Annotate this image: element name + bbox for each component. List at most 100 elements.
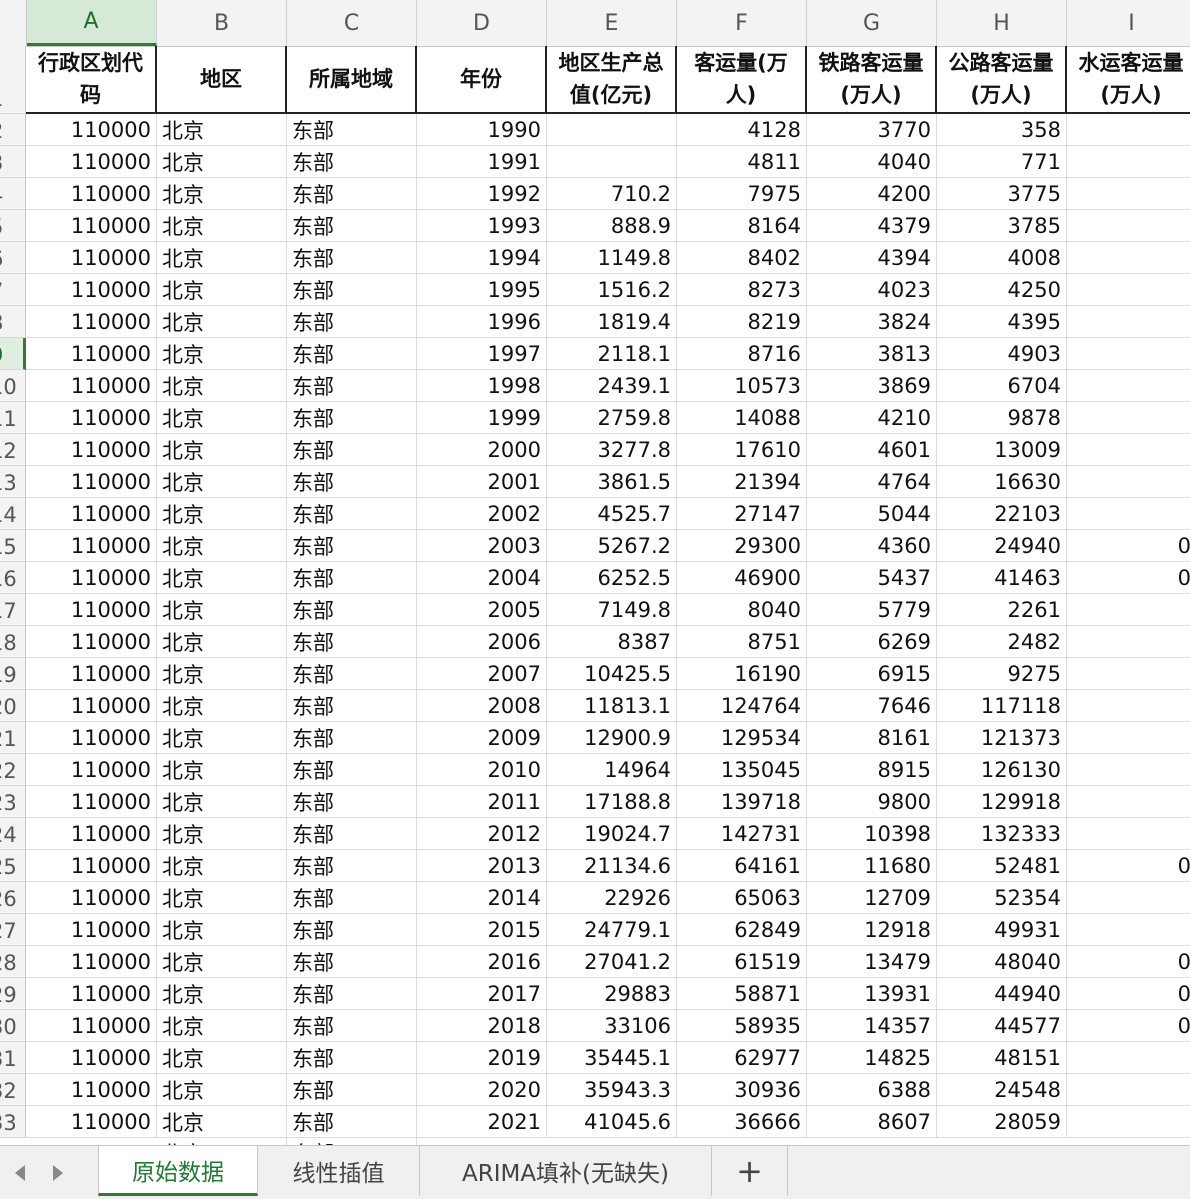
cell-h18[interactable]: 2482 (937, 626, 1067, 658)
cell-d30[interactable]: 2018 (417, 1010, 547, 1042)
cell-h9[interactable]: 4903 (937, 338, 1067, 370)
cell-i23[interactable] (1067, 786, 1190, 818)
header-cell-f[interactable]: 客运量(万 人) (677, 46, 807, 114)
cell-a29[interactable]: 110000 (26, 978, 157, 1010)
cell-d27[interactable]: 2015 (417, 914, 547, 946)
cell-h19[interactable]: 9275 (937, 658, 1067, 690)
cell-partial-c[interactable]: 东部 (287, 1138, 417, 1145)
cell-b3[interactable]: 北京 (157, 146, 287, 178)
cell-e14[interactable]: 4525.7 (547, 498, 677, 530)
cell-e10[interactable]: 2439.1 (547, 370, 677, 402)
cell-f25[interactable]: 64161 (677, 850, 807, 882)
cell-e19[interactable]: 10425.5 (547, 658, 677, 690)
cell-f18[interactable]: 8751 (677, 626, 807, 658)
cell-d29[interactable]: 2017 (417, 978, 547, 1010)
cell-g25[interactable]: 11680 (807, 850, 937, 882)
cell-d8[interactable]: 1996 (417, 306, 547, 338)
row-header[interactable]: 23 (0, 786, 26, 818)
column-header-a[interactable]: A (26, 0, 157, 46)
cell-c9[interactable]: 东部 (287, 338, 417, 370)
cell-a18[interactable]: 110000 (26, 626, 157, 658)
row-header[interactable]: 8 (0, 306, 26, 338)
cell-b14[interactable]: 北京 (157, 498, 287, 530)
cell-f2[interactable]: 4128 (677, 114, 807, 146)
cell-a8[interactable]: 110000 (26, 306, 157, 338)
cell-a23[interactable]: 110000 (26, 786, 157, 818)
cell-e4[interactable]: 710.2 (547, 178, 677, 210)
cell-f9[interactable]: 8716 (677, 338, 807, 370)
cell-h10[interactable]: 6704 (937, 370, 1067, 402)
header-cell-g[interactable]: 铁路客运量 (万人) (807, 46, 937, 114)
cell-a31[interactable]: 110000 (26, 1042, 157, 1074)
cell-h13[interactable]: 16630 (937, 466, 1067, 498)
cell-g16[interactable]: 5437 (807, 562, 937, 594)
cell-g24[interactable]: 10398 (807, 818, 937, 850)
cell-h28[interactable]: 48040 (937, 946, 1067, 978)
cell-e33[interactable]: 41045.6 (547, 1106, 677, 1138)
cell-h8[interactable]: 4395 (937, 306, 1067, 338)
row-header[interactable]: 17 (0, 594, 26, 626)
cell-f6[interactable]: 8402 (677, 242, 807, 274)
row-header[interactable]: 22 (0, 754, 26, 786)
cell-a30[interactable]: 110000 (26, 1010, 157, 1042)
cell-c7[interactable]: 东部 (287, 274, 417, 306)
cell-e6[interactable]: 1149.8 (547, 242, 677, 274)
cell-d5[interactable]: 1993 (417, 210, 547, 242)
cell-b8[interactable]: 北京 (157, 306, 287, 338)
cell-g30[interactable]: 14357 (807, 1010, 937, 1042)
cell-f26[interactable]: 65063 (677, 882, 807, 914)
header-cell-a[interactable]: 行政区划代码 (26, 46, 157, 114)
column-header-g[interactable]: G (807, 0, 937, 46)
cell-f24[interactable]: 142731 (677, 818, 807, 850)
cell-g12[interactable]: 4601 (807, 434, 937, 466)
cell-h30[interactable]: 44577 (937, 1010, 1067, 1042)
cell-d31[interactable]: 2019 (417, 1042, 547, 1074)
cell-d33[interactable]: 2021 (417, 1106, 547, 1138)
cell-e15[interactable]: 5267.2 (547, 530, 677, 562)
cell-e17[interactable]: 7149.8 (547, 594, 677, 626)
cell-e27[interactable]: 24779.1 (547, 914, 677, 946)
cell-b29[interactable]: 北京 (157, 978, 287, 1010)
cell-h3[interactable]: 771 (937, 146, 1067, 178)
cell-f16[interactable]: 46900 (677, 562, 807, 594)
cell-e18[interactable]: 8387 (547, 626, 677, 658)
cell-d19[interactable]: 2007 (417, 658, 547, 690)
cell-g4[interactable]: 4200 (807, 178, 937, 210)
cell-g29[interactable]: 13931 (807, 978, 937, 1010)
cell-b19[interactable]: 北京 (157, 658, 287, 690)
cell-f12[interactable]: 17610 (677, 434, 807, 466)
cell-b4[interactable]: 北京 (157, 178, 287, 210)
cell-f30[interactable]: 58935 (677, 1010, 807, 1042)
row-header[interactable]: 30 (0, 1010, 26, 1042)
cell-g23[interactable]: 9800 (807, 786, 937, 818)
cell-b23[interactable]: 北京 (157, 786, 287, 818)
cell-g28[interactable]: 13479 (807, 946, 937, 978)
triangle-left-icon[interactable] (0, 1146, 40, 1199)
cell-a13[interactable]: 110000 (26, 466, 157, 498)
cell-i33[interactable] (1067, 1106, 1190, 1138)
row-header[interactable]: 27 (0, 914, 26, 946)
cell-c10[interactable]: 东部 (287, 370, 417, 402)
cell-h4[interactable]: 3775 (937, 178, 1067, 210)
cell-b22[interactable]: 北京 (157, 754, 287, 786)
cell-e13[interactable]: 3861.5 (547, 466, 677, 498)
cell-f15[interactable]: 29300 (677, 530, 807, 562)
row-header[interactable]: 11 (0, 402, 26, 434)
cell-a6[interactable]: 110000 (26, 242, 157, 274)
row-header[interactable]: 25 (0, 850, 26, 882)
cell-i3[interactable] (1067, 146, 1190, 178)
cell-c14[interactable]: 东部 (287, 498, 417, 530)
cell-i2[interactable] (1067, 114, 1190, 146)
cell-d13[interactable]: 2001 (417, 466, 547, 498)
cell-d11[interactable]: 1999 (417, 402, 547, 434)
cell-e28[interactable]: 27041.2 (547, 946, 677, 978)
cell-e26[interactable]: 22926 (547, 882, 677, 914)
cell-b32[interactable]: 北京 (157, 1074, 287, 1106)
cell-f33[interactable]: 36666 (677, 1106, 807, 1138)
row-header[interactable]: 18 (0, 626, 26, 658)
cell-b11[interactable]: 北京 (157, 402, 287, 434)
cell-h14[interactable]: 22103 (937, 498, 1067, 530)
cell-g31[interactable]: 14825 (807, 1042, 937, 1074)
cell-c11[interactable]: 东部 (287, 402, 417, 434)
cell-i6[interactable] (1067, 242, 1190, 274)
